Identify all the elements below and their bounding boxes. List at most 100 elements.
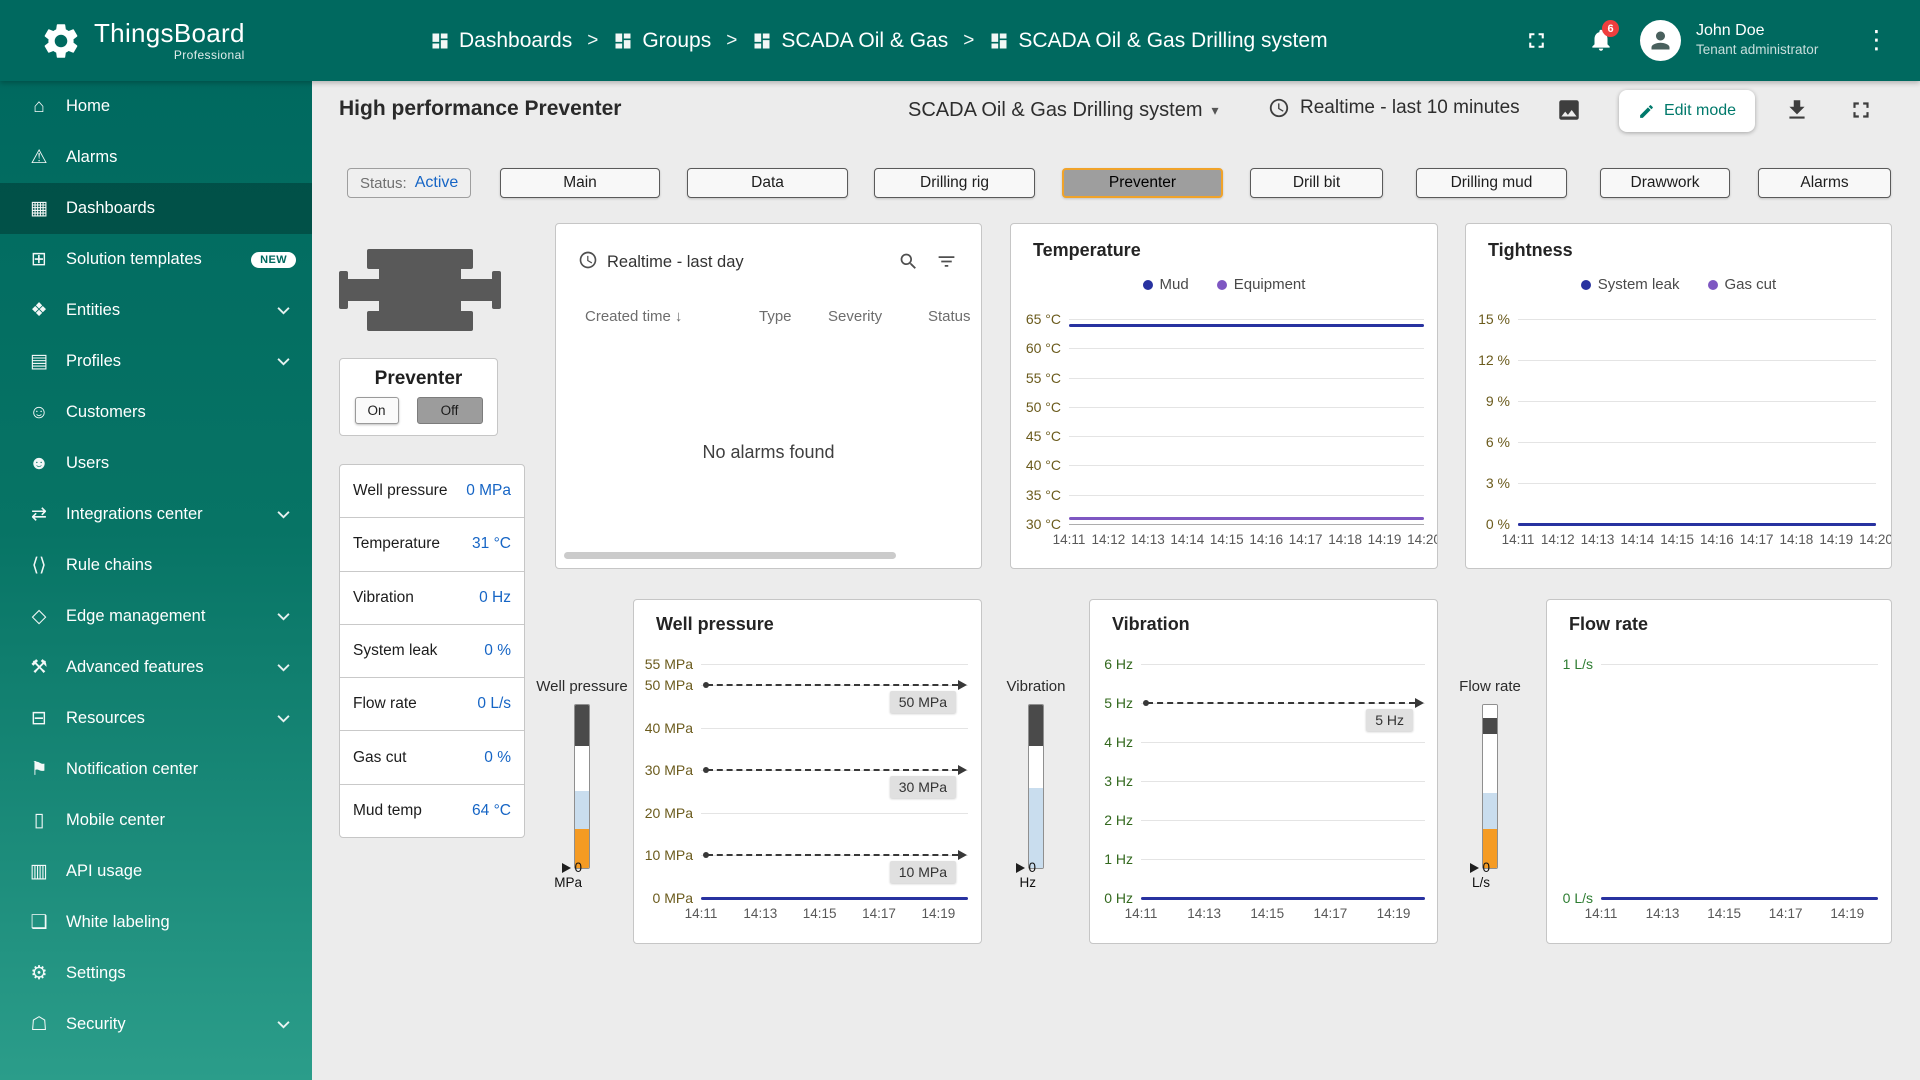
sidebar-item-label: Edge management: [66, 607, 205, 626]
horizontal-scrollbar[interactable]: [564, 552, 896, 559]
legend-item-system-leak[interactable]: System leak: [1581, 276, 1680, 293]
search-icon[interactable]: [898, 251, 919, 272]
brand-subtitle: Professional: [94, 48, 245, 62]
edit-mode-button[interactable]: Edit mode: [1619, 90, 1755, 132]
chevron-down-icon: [277, 352, 290, 371]
alarms-time-window[interactable]: Realtime - last day: [607, 253, 744, 272]
sidebar-item-alarms[interactable]: ⚠Alarms: [0, 132, 312, 183]
tab-alarms[interactable]: Alarms: [1758, 168, 1891, 198]
gauge-well-pressure: Well pressure0MPa: [526, 678, 638, 898]
expand-icon[interactable]: [1848, 97, 1874, 123]
sidebar-item-notification-center[interactable]: ⚑Notification center: [0, 744, 312, 795]
gridline: [1069, 348, 1424, 349]
alarms-column-severity[interactable]: Severity: [828, 308, 882, 325]
sidebar-item-api-usage[interactable]: ▥API usage: [0, 846, 312, 897]
tab-main[interactable]: Main: [500, 168, 660, 198]
sidebar-item-label: Alarms: [66, 148, 117, 167]
sidebar-item-mobile-center[interactable]: ▯Mobile center: [0, 795, 312, 846]
breadcrumb-item-dashboards[interactable]: Dashboards: [430, 29, 572, 53]
y-axis-tick-label: 2 Hz: [1096, 812, 1133, 828]
dashboard-select-label: SCADA Oil & Gas Drilling system: [908, 99, 1203, 122]
filter-icon[interactable]: [936, 251, 957, 272]
avatar[interactable]: [1640, 20, 1681, 61]
sidebar: ⌂Home⚠Alarms▦Dashboards⊞Solution templat…: [0, 81, 312, 1080]
breadcrumb-item-groups[interactable]: Groups: [613, 29, 711, 53]
sidebar-item-edge-management[interactable]: ◇ Edge management: [0, 591, 312, 642]
clock-icon: [578, 250, 598, 270]
sidebar-item-resources[interactable]: ⊟Resources: [0, 693, 312, 744]
sidebar-item-solution-templates[interactable]: ⊞Solution templatesNEW: [0, 234, 312, 285]
sidebar-item-dashboards[interactable]: ▦Dashboards: [0, 183, 312, 234]
users-icon: ☻: [24, 453, 54, 475]
sidebar-item-profiles[interactable]: ▤Profiles: [0, 336, 312, 387]
telemetry-label: Temperature: [353, 535, 440, 553]
breadcrumb-item-scada-oil-gas-drilling-system[interactable]: SCADA Oil & Gas Drilling system: [989, 29, 1327, 53]
sidebar-item-integrations-center[interactable]: ⇄Integrations center: [0, 489, 312, 540]
chart-title: Tightness: [1488, 240, 1573, 261]
gridline: [1069, 436, 1424, 437]
legend-item-equipment[interactable]: Equipment: [1217, 276, 1306, 293]
preventer-off-button[interactable]: Off: [417, 397, 483, 424]
y-axis-tick-label: 9 %: [1472, 393, 1510, 409]
gauge-label: Flow rate: [1434, 678, 1546, 695]
chevron-down-icon: [277, 658, 290, 677]
alarms-column-status[interactable]: Status: [928, 308, 971, 325]
y-axis-tick-label: 50 MPa: [640, 677, 693, 693]
gridline: [1141, 742, 1425, 743]
sidebar-item-security[interactable]: ☖Security: [0, 999, 312, 1050]
fullscreen-icon[interactable]: [1524, 28, 1549, 53]
gauge-unit: Hz: [1020, 875, 1037, 890]
gridline: [1518, 483, 1876, 484]
dashboard-select[interactable]: SCADA Oil & Gas Drilling system ▾: [908, 99, 1219, 122]
gridline: [1069, 378, 1424, 379]
image-icon[interactable]: [1556, 97, 1582, 123]
sidebar-item-label: Entities: [66, 301, 120, 320]
sidebar-item-rule-chains[interactable]: ⟨⟩Rule chains: [0, 540, 312, 591]
download-icon[interactable]: [1784, 97, 1810, 123]
legend-item-gas-cut[interactable]: Gas cut: [1708, 276, 1777, 293]
sidebar-item-white-labeling[interactable]: ❑White labeling: [0, 897, 312, 948]
sidebar-item-settings[interactable]: ⚙Settings: [0, 948, 312, 999]
gauge-value: 0: [1482, 860, 1490, 875]
edge-management-icon: ◇: [24, 605, 54, 628]
x-axis-tick-label: 14:17: [1303, 906, 1357, 921]
thingsboard-logo[interactable]: ThingsBoard Professional: [40, 0, 245, 81]
sidebar-item-entities[interactable]: ❖Entities: [0, 285, 312, 336]
user-info[interactable]: John Doe Tenant administrator: [1696, 20, 1818, 59]
alarms-column-created-time[interactable]: Created time↓: [585, 308, 682, 325]
gauge-label: Vibration: [980, 678, 1092, 695]
mobile-center-icon: ▯: [24, 809, 54, 832]
alarms-column-type[interactable]: Type: [759, 308, 792, 325]
y-axis-tick-label: 0 %: [1472, 516, 1510, 532]
tab-data[interactable]: Data: [687, 168, 848, 198]
tab-drilling-mud[interactable]: Drilling mud: [1416, 168, 1567, 198]
breadcrumb-item-scada-oil-gas[interactable]: SCADA Oil & Gas: [752, 29, 948, 53]
sidebar-item-label: Home: [66, 97, 110, 116]
x-axis-tick-label: 14:11: [1574, 906, 1628, 921]
sidebar-item-label: Advanced features: [66, 658, 204, 677]
preventer-control-title: Preventer: [340, 368, 497, 390]
dashboards-icon: ▦: [24, 197, 54, 220]
legend-item-mud[interactable]: Mud: [1143, 276, 1189, 293]
temperature-chart-widget: TemperatureMudEquipment65 °C60 °C55 °C50…: [1010, 223, 1438, 569]
more-menu-icon[interactable]: ⋮: [1864, 24, 1889, 56]
sidebar-item-customers[interactable]: ☺Customers: [0, 387, 312, 438]
tab-preventer[interactable]: Preventer: [1062, 168, 1223, 198]
notifications-bell-icon[interactable]: 6: [1588, 27, 1614, 53]
breadcrumb-separator: >: [963, 30, 974, 52]
tab-drill-bit[interactable]: Drill bit: [1250, 168, 1383, 198]
solution-templates-icon: ⊞: [24, 248, 54, 271]
telemetry-row-system-leak: System leak0 %: [340, 625, 524, 678]
tab-drawwork[interactable]: Drawwork: [1600, 168, 1730, 198]
sidebar-item-home[interactable]: ⌂Home: [0, 81, 312, 132]
threshold-line: [1147, 702, 1415, 704]
time-window-button[interactable]: Realtime - last 10 minutes: [1268, 97, 1520, 119]
sidebar-item-advanced-features[interactable]: ⚒Advanced features: [0, 642, 312, 693]
tab-drilling-rig[interactable]: Drilling rig: [874, 168, 1035, 198]
sidebar-item-users[interactable]: ☻Users: [0, 438, 312, 489]
x-axis-tick-label: 14:11: [1114, 906, 1168, 921]
preventer-on-button[interactable]: On: [355, 397, 399, 424]
pencil-icon: [1638, 103, 1655, 120]
gridline: [701, 728, 968, 729]
breadcrumb-label: SCADA Oil & Gas Drilling system: [1018, 29, 1327, 53]
